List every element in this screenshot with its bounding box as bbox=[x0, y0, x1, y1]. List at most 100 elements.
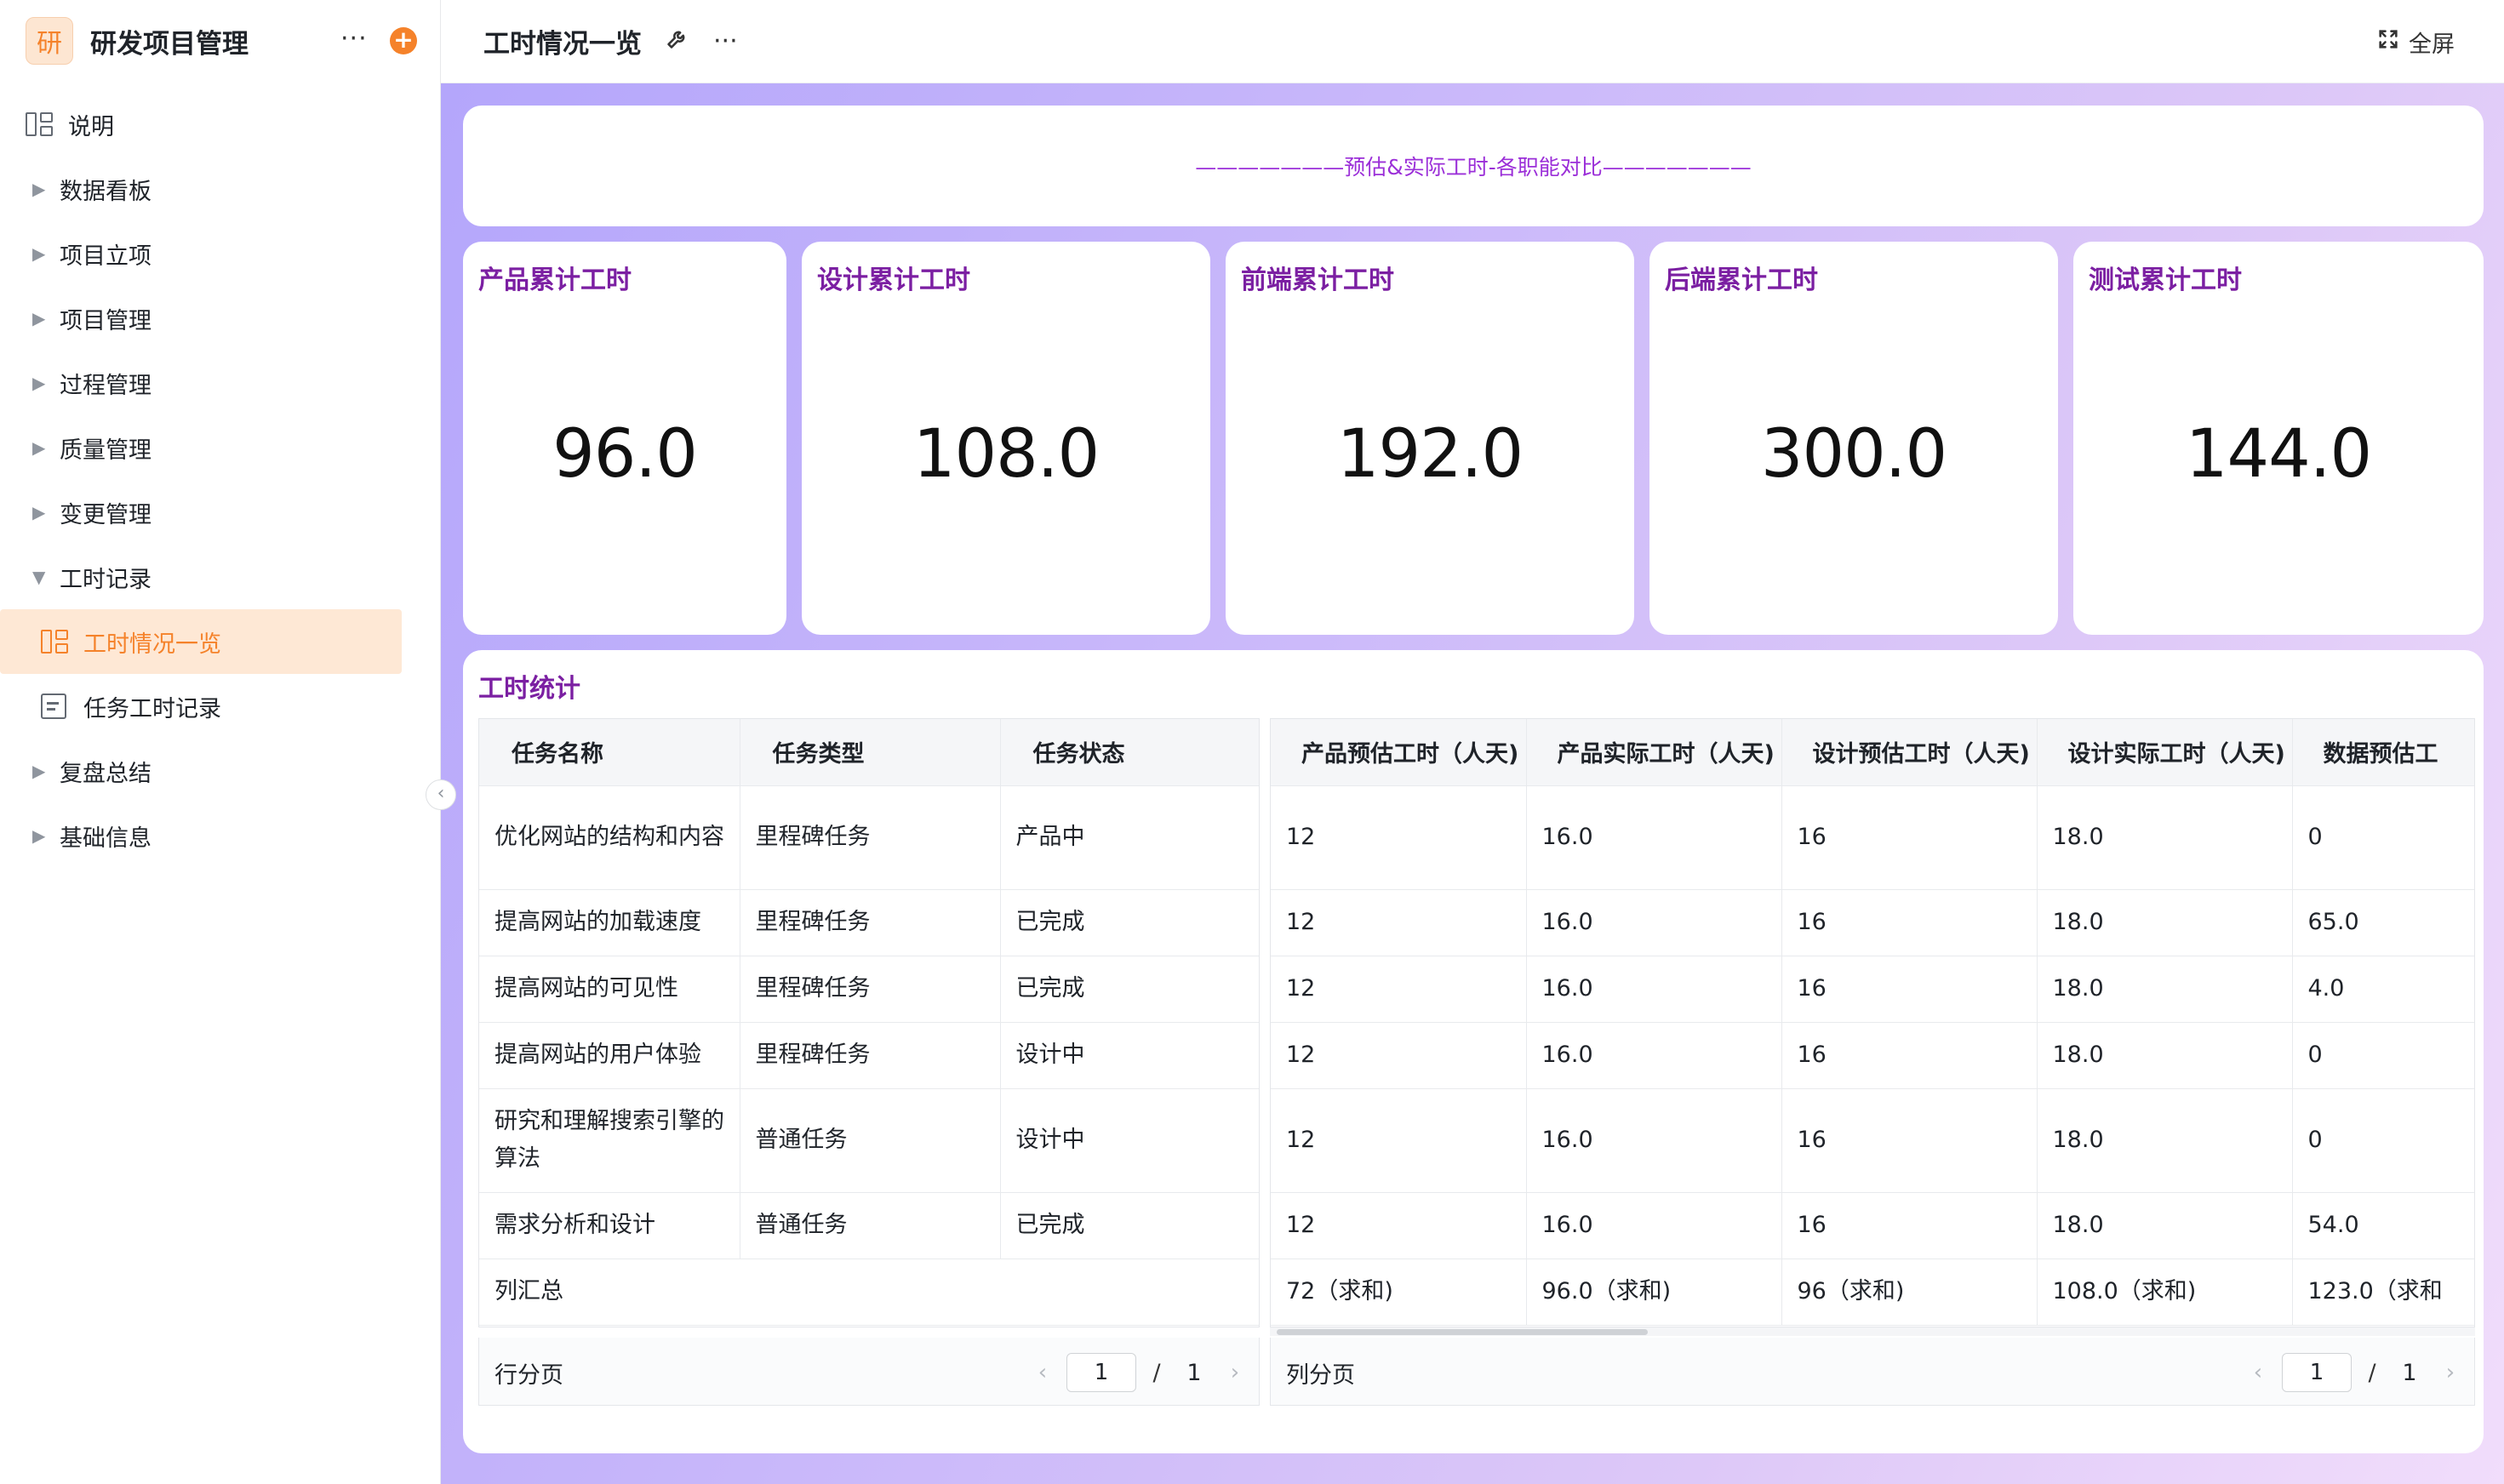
sidebar-item-retrospective[interactable]: ▶ 复盘总结 bbox=[0, 739, 441, 803]
cell-task-name: 提高网站的加载速度 bbox=[479, 889, 740, 956]
page-separator: / bbox=[2368, 1359, 2376, 1386]
cell-task-name: 研究和理解搜索引擎的算法 bbox=[479, 1088, 740, 1193]
sidebar-item-quality-management[interactable]: ▶ 质量管理 bbox=[0, 415, 441, 480]
cell-task-status: 已完成 bbox=[1000, 1192, 1259, 1259]
table-row[interactable]: 需求分析和设计 普通任务 已完成 bbox=[479, 1192, 1259, 1259]
sidebar-item-project-management[interactable]: ▶ 项目管理 bbox=[0, 286, 441, 351]
sidebar-item-label: 变更管理 bbox=[60, 501, 151, 528]
table-cell: 16 bbox=[1781, 889, 2038, 956]
column-pager-controls: ‹ / 1 › bbox=[2234, 1353, 2474, 1392]
column-page-total: 1 bbox=[2402, 1359, 2417, 1386]
caret-right-icon[interactable]: ▶ bbox=[26, 308, 60, 328]
column-pager-label: 列分页 bbox=[1286, 1362, 1355, 1389]
more-icon[interactable]: ··· bbox=[713, 26, 738, 56]
sidebar-item-label: 过程管理 bbox=[60, 372, 151, 399]
table-cell: 16 bbox=[1781, 1192, 2038, 1259]
next-page-icon[interactable]: › bbox=[2427, 1360, 2474, 1385]
prev-page-icon[interactable]: ‹ bbox=[2234, 1360, 2282, 1385]
sidebar-item-label: 工时情况一览 bbox=[83, 631, 221, 658]
table-cell: 18.0 bbox=[2037, 1022, 2293, 1089]
scrollbar-thumb[interactable] bbox=[1277, 1329, 1648, 1335]
table-row[interactable]: 提高网站的用户体验 里程碑任务 设计中 bbox=[479, 1022, 1259, 1089]
summary-cell: 96.0（求和) bbox=[1526, 1259, 1782, 1326]
table-row[interactable]: 12 16.0 16 18.0 65.0 bbox=[1271, 889, 2474, 956]
table-row[interactable]: 提高网站的加载速度 里程碑任务 已完成 bbox=[479, 889, 1259, 956]
metric-card-backend: 后端累计工时 300.0 bbox=[1649, 242, 2058, 635]
dashboard-icon bbox=[41, 630, 83, 654]
sidebar-item-project-init[interactable]: ▶ 项目立项 bbox=[0, 221, 441, 286]
summary-cell: 123.0（求和 bbox=[2292, 1259, 2474, 1326]
sidebar-item-timesheet[interactable]: ▼ 工时记录 bbox=[0, 545, 441, 609]
next-page-icon[interactable]: › bbox=[1211, 1360, 1259, 1385]
table-cell: 16 bbox=[1781, 1022, 2038, 1089]
sidebar-item-basic-info[interactable]: ▶ 基础信息 bbox=[0, 803, 441, 868]
cell-task-type: 普通任务 bbox=[740, 1088, 1001, 1193]
caret-right-icon[interactable]: ▶ bbox=[26, 243, 60, 264]
sidebar-item-dashboard[interactable]: ▶ 数据看板 bbox=[0, 157, 441, 221]
horizontal-scrollbar[interactable] bbox=[1270, 1327, 2475, 1336]
collapse-sidebar-icon[interactable]: ‹ bbox=[426, 779, 456, 810]
column-page-input[interactable] bbox=[2282, 1353, 2352, 1392]
cell-task-name: 提高网站的可见性 bbox=[479, 956, 740, 1023]
sidebar-item-readme[interactable]: 说明 bbox=[0, 92, 441, 157]
cell-task-type: 里程碑任务 bbox=[740, 785, 1001, 890]
add-icon[interactable]: + bbox=[390, 27, 417, 54]
table-row[interactable]: 优化网站的结构和内容 里程碑任务 产品中 bbox=[479, 785, 1259, 890]
table-cell: 16 bbox=[1781, 785, 2038, 890]
table-row[interactable]: 提高网站的可见性 里程碑任务 已完成 bbox=[479, 956, 1259, 1023]
sidebar-item-timesheet-overview[interactable]: 工时情况一览 bbox=[0, 609, 402, 674]
sidebar-item-process-management[interactable]: ▶ 过程管理 bbox=[0, 351, 441, 415]
column-header[interactable]: 设计实际工时（人天) bbox=[2037, 719, 2293, 786]
metric-value: 300.0 bbox=[1760, 416, 1947, 493]
caret-right-icon[interactable]: ▶ bbox=[26, 761, 60, 781]
column-header[interactable]: 任务状态 bbox=[1000, 719, 1259, 786]
caret-right-icon[interactable]: ▶ bbox=[26, 825, 60, 846]
prev-page-icon[interactable]: ‹ bbox=[1019, 1360, 1066, 1385]
table-cell: 16.0 bbox=[1526, 785, 1782, 890]
cell-task-name: 优化网站的结构和内容 bbox=[479, 785, 740, 890]
sidebar-item-change-management[interactable]: ▶ 变更管理 bbox=[0, 480, 441, 545]
table-cell: 0 bbox=[2292, 1088, 2474, 1193]
cell-task-type: 普通任务 bbox=[740, 1192, 1001, 1259]
summary-cell: 96（求和) bbox=[1781, 1259, 2038, 1326]
table-row[interactable]: 12 16.0 16 18.0 0 bbox=[1271, 1088, 2474, 1193]
caret-right-icon[interactable]: ▶ bbox=[26, 179, 60, 199]
table-row[interactable]: 12 16.0 16 18.0 4.0 bbox=[1271, 956, 2474, 1023]
table-cell: 54.0 bbox=[2292, 1192, 2474, 1259]
table-cell: 16 bbox=[1781, 1088, 2038, 1193]
caret-right-icon[interactable]: ▶ bbox=[26, 502, 60, 522]
table-row[interactable]: 12 16.0 16 18.0 0 bbox=[1271, 1022, 2474, 1089]
table-header-row: 产品预估工时（人天) 产品实际工时（人天) 设计预估工时（人天) 设计实际工时（… bbox=[1271, 719, 2474, 786]
table-row[interactable]: 12 16.0 16 18.0 54.0 bbox=[1271, 1192, 2474, 1259]
column-header[interactable]: 任务名称 bbox=[479, 719, 740, 786]
column-header[interactable]: 数据预估工 bbox=[2292, 719, 2474, 786]
column-header[interactable]: 任务类型 bbox=[740, 719, 1001, 786]
scroll-columns[interactable]: 产品预估工时（人天) 产品实际工时（人天) 设计预估工时（人天) 设计实际工时（… bbox=[1270, 718, 2475, 1327]
sidebar-item-task-timesheet[interactable]: 任务工时记录 bbox=[0, 674, 402, 739]
caret-right-icon[interactable]: ▶ bbox=[26, 373, 60, 393]
table-row[interactable]: 研究和理解搜索引擎的算法 普通任务 设计中 bbox=[479, 1088, 1259, 1193]
column-header[interactable]: 设计预估工时（人天) bbox=[1781, 719, 2038, 786]
table-cell: 16 bbox=[1781, 956, 2038, 1023]
table-cell: 12 bbox=[1271, 956, 1527, 1023]
cell-task-type: 里程碑任务 bbox=[740, 956, 1001, 1023]
summary-cell: 72（求和) bbox=[1271, 1259, 1527, 1326]
table-row[interactable]: 12 16.0 16 18.0 0 bbox=[1271, 785, 2474, 890]
column-header[interactable]: 产品预估工时（人天) bbox=[1271, 719, 1527, 786]
fullscreen-label: 全屏 bbox=[2409, 31, 2455, 58]
frozen-columns: 任务名称 任务类型 任务状态 优化网站的结构和内容 里程碑任务 产品中 提高网站… bbox=[478, 718, 1260, 1327]
fullscreen-button[interactable]: 全屏 bbox=[2376, 26, 2455, 59]
row-pager-label: 行分页 bbox=[495, 1362, 563, 1389]
more-icon[interactable]: ··· bbox=[340, 24, 368, 54]
sidebar-item-label: 说明 bbox=[68, 113, 114, 140]
table-cell: 18.0 bbox=[2037, 889, 2293, 956]
wrench-icon[interactable] bbox=[666, 26, 689, 56]
row-pager: 行分页 ‹ / 1 › bbox=[478, 1338, 1260, 1406]
row-page-input[interactable] bbox=[1066, 1353, 1136, 1392]
cell-task-status: 设计中 bbox=[1000, 1022, 1259, 1089]
sidebar-item-label: 任务工时记录 bbox=[83, 695, 221, 722]
column-header[interactable]: 产品实际工时（人天) bbox=[1526, 719, 1782, 786]
caret-down-icon[interactable]: ▼ bbox=[26, 567, 60, 587]
caret-right-icon[interactable]: ▶ bbox=[26, 437, 60, 458]
table-cell: 12 bbox=[1271, 1022, 1527, 1089]
